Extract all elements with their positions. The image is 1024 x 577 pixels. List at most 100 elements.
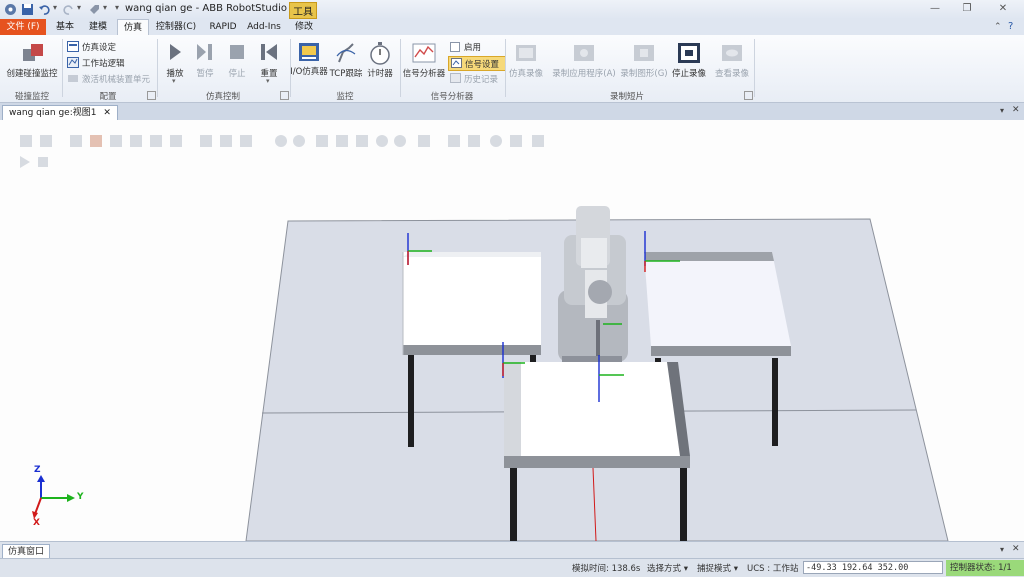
- tag-icon[interactable]: [88, 3, 101, 16]
- group-sim-control-label: 仿真控制: [205, 92, 240, 102]
- group-separator: [754, 39, 755, 97]
- group-config-label: 配置: [99, 92, 117, 102]
- document-tab[interactable]: wang qian ge:视图1 ✕: [2, 105, 118, 121]
- timer-label: 计时器: [367, 69, 393, 79]
- undo-dropdown-icon[interactable]: ▾: [53, 3, 57, 12]
- sim-record-icon: [516, 45, 536, 61]
- close-icon[interactable]: ✕: [996, 3, 1010, 15]
- customize-quick-access-icon[interactable]: ▾: [103, 3, 107, 12]
- scene-graphic: [20, 135, 949, 541]
- 3d-viewport[interactable]: Z Y X: [0, 120, 1024, 541]
- create-collision-monitor-button[interactable]: 创建碰撞监控: [4, 39, 60, 85]
- tab-simulation[interactable]: 仿真: [117, 19, 149, 36]
- tab-modify[interactable]: 修改: [290, 19, 318, 35]
- stop-button[interactable]: 停止: [224, 39, 250, 85]
- output-close-icon[interactable]: ✕: [1012, 544, 1020, 554]
- snap-mode-label: 捕捉模式: [697, 564, 732, 574]
- group-collision-label: 碰撞监控: [14, 92, 49, 102]
- tcp-trace-button[interactable]: TCP跟踪: [330, 39, 362, 85]
- help-icon[interactable]: ?: [1008, 21, 1013, 32]
- view-toolbar: [20, 135, 544, 168]
- document-close-all-icon[interactable]: ✕: [1012, 105, 1020, 115]
- axis-x-label: X: [33, 518, 40, 528]
- pause-label: 暂停: [196, 69, 214, 79]
- app-logo-icon: [5, 4, 16, 15]
- record-graphics-label: 录制图形(G): [620, 69, 668, 79]
- record-dialog-launcher-icon[interactable]: [744, 91, 753, 100]
- record-graphics-button: 录制图形(G): [620, 39, 668, 85]
- sim-settings-icon: [67, 41, 79, 52]
- play-dropdown-icon[interactable]: ▾: [172, 77, 176, 85]
- sim-settings-label: 仿真设定: [82, 43, 117, 53]
- ucs-readout: UCS : 工作站: [747, 564, 799, 574]
- enable-label: 启用: [464, 43, 482, 53]
- pause-button[interactable]: 暂停: [192, 39, 218, 85]
- tab-controller[interactable]: 控制器(C): [153, 19, 199, 35]
- reset-button[interactable]: 重置 ▾: [256, 39, 282, 85]
- title-bar: ▾ ▾ ▾ ▾ wang qian ge - ABB RobotStudio .…: [0, 0, 1024, 20]
- record-app-icon: [574, 45, 594, 61]
- output-menu-icon[interactable]: ▾: [1000, 545, 1004, 554]
- signal-settings-label: 信号设置: [465, 60, 500, 70]
- stop-record-icon: [678, 43, 700, 63]
- save-icon[interactable]: [21, 3, 34, 16]
- signal-settings-button[interactable]: 信号设置: [448, 56, 506, 71]
- stopwatch-icon: [370, 42, 390, 65]
- document-tab-strip: wang qian ge:视图1 ✕ ▾ ✕: [0, 103, 1024, 121]
- group-separator: [62, 39, 63, 97]
- redo-dropdown-icon[interactable]: ▾: [77, 3, 81, 12]
- status-bar: 模拟时间: 138.6s 选择方式 ▾ 捕捉模式 ▾ UCS : 工作站 -49…: [0, 558, 1024, 577]
- stop-label: 停止: [228, 69, 246, 79]
- record-app-label: 录制应用程序(A): [552, 69, 616, 79]
- redo-icon[interactable]: [62, 3, 75, 16]
- ribbon-collapse-icon[interactable]: ⌃: [994, 22, 1002, 32]
- reset-dropdown-icon[interactable]: ▾: [266, 77, 270, 85]
- play-button[interactable]: 播放 ▾: [162, 39, 188, 85]
- timer-button[interactable]: 计时器: [366, 39, 394, 85]
- close-document-icon[interactable]: ✕: [103, 108, 111, 118]
- signal-analyzer-icon: [412, 43, 436, 63]
- window-title: wang qian ge - ABB RobotStudio ...: [125, 3, 300, 14]
- record-graphics-icon: [634, 45, 654, 61]
- tab-file[interactable]: 文件 (F): [0, 19, 46, 35]
- station-logic-label: 工作站逻辑: [82, 59, 125, 69]
- sim-record-button: 仿真录像: [508, 39, 544, 85]
- quick-access-more-icon[interactable]: ▾: [115, 3, 119, 12]
- axis-triad: [32, 475, 75, 519]
- tab-rapid[interactable]: RAPID: [205, 19, 241, 35]
- activate-mechanism-label: 激活机械装置单元: [82, 75, 151, 85]
- ribbon-tab-row: 文件 (F) 基本 建模 仿真 控制器(C) RAPID Add-Ins 修改 …: [0, 19, 1024, 36]
- minimize-icon[interactable]: —: [928, 3, 942, 15]
- contextual-tools-badge: 工具: [289, 2, 317, 19]
- io-simulator-icon: [299, 43, 319, 61]
- coordinate-readout: -49.33 192.64 352.00: [803, 561, 943, 574]
- controller-status-badge[interactable]: 控制器状态: 1/1: [946, 560, 1024, 576]
- sim-control-dialog-launcher-icon[interactable]: [280, 91, 289, 100]
- document-list-icon[interactable]: ▾: [1000, 106, 1004, 115]
- enable-checkbox-box[interactable]: [450, 42, 460, 52]
- tab-addins[interactable]: Add-Ins: [245, 19, 283, 35]
- tab-modeling[interactable]: 建模: [85, 19, 111, 35]
- history-label: 历史记录: [464, 75, 499, 85]
- record-app-button: 录制应用程序(A): [552, 39, 616, 85]
- select-mode-dropdown[interactable]: 选择方式 ▾: [647, 562, 688, 574]
- signal-analyzer-button[interactable]: 信号分析器: [402, 39, 446, 85]
- group-monitor-label: 监控: [336, 92, 354, 102]
- signal-settings-icon: [451, 58, 462, 68]
- mechanism-unit-icon: [68, 75, 78, 82]
- history-icon: [450, 73, 461, 83]
- view-record-icon: [722, 45, 742, 61]
- axis-z-label: Z: [34, 465, 41, 475]
- axis-y-label: Y: [77, 492, 84, 502]
- view-record-label: 查看录像: [714, 69, 749, 79]
- config-dialog-launcher-icon[interactable]: [147, 91, 156, 100]
- reset-icon: [261, 44, 277, 60]
- undo-icon[interactable]: [38, 3, 51, 16]
- stop-record-button[interactable]: 停止录像: [670, 39, 708, 85]
- tab-home[interactable]: 基本: [52, 19, 78, 35]
- document-tab-title: wang qian ge:视图1: [9, 108, 97, 118]
- tcp-trace-label: TCP跟踪: [329, 69, 363, 79]
- snap-mode-dropdown[interactable]: 捕捉模式 ▾: [697, 562, 738, 574]
- restore-icon[interactable]: ❐: [960, 3, 974, 15]
- io-simulator-button[interactable]: I/O仿真器: [290, 39, 328, 89]
